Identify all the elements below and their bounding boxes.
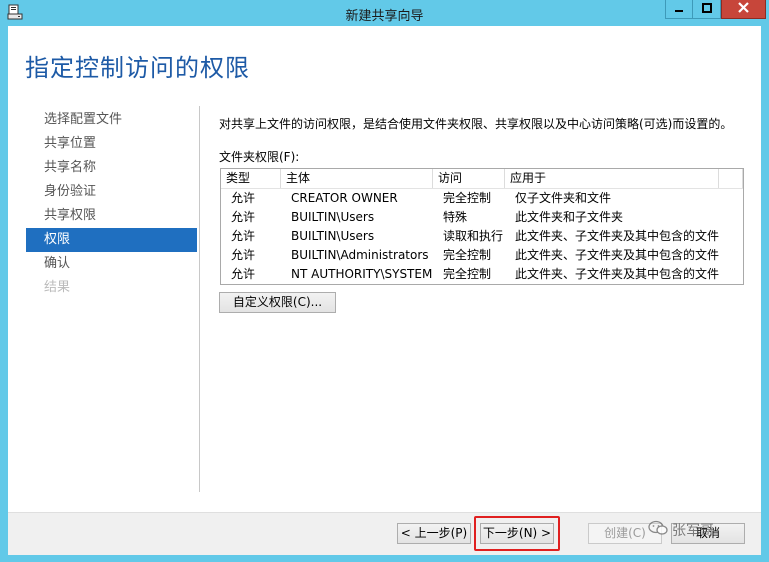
- cell-principal: CREATOR OWNER: [291, 191, 398, 205]
- nav-item-share-permissions[interactable]: 共享权限: [26, 204, 197, 228]
- table-row[interactable]: 允许 CREATOR OWNER 完全控制 仅子文件夹和文件: [221, 189, 743, 208]
- cell-applies-to: 此文件夹、子文件夹及其中包含的文件: [515, 267, 719, 281]
- cell-applies-to: 此文件夹和子文件夹: [515, 210, 624, 224]
- cell-access: 完全控制: [443, 191, 492, 205]
- nav-item-share-name[interactable]: 共享名称: [26, 156, 197, 180]
- column-header-spacer: [719, 169, 743, 188]
- column-header-applies-to[interactable]: 应用于: [505, 169, 719, 188]
- cell-principal: BUILTIN\Administrators: [291, 248, 429, 262]
- cell-applies-to: 此文件夹、子文件夹及其中包含的文件: [515, 248, 719, 262]
- column-header-access[interactable]: 访问: [433, 169, 505, 188]
- list-header: 类型 主体 访问 应用于: [221, 169, 743, 189]
- window-title: 新建共享向导: [345, 9, 424, 24]
- cell-applies-to: 此文件夹、子文件夹及其中包含的文件: [515, 229, 719, 243]
- nav-divider: [199, 106, 200, 492]
- next-button-highlight: [474, 516, 560, 551]
- nav-item-share-location[interactable]: 共享位置: [26, 132, 197, 156]
- wizard-content: 指定控制访问的权限 选择配置文件 共享位置 共享名称 身份验证 共享权限 权限 …: [8, 26, 761, 512]
- cell-access: 特殊: [443, 210, 468, 224]
- cell-principal: BUILTIN\Users: [291, 210, 375, 224]
- cell-type: 允许: [231, 248, 256, 262]
- nav-item-select-profile[interactable]: 选择配置文件: [26, 108, 197, 132]
- cell-type: 允许: [231, 229, 256, 243]
- folder-permissions-label: 文件夹权限(F):: [219, 150, 300, 164]
- cell-type: 允许: [231, 191, 256, 205]
- minimize-button[interactable]: [665, 0, 693, 19]
- maximize-button[interactable]: [693, 0, 721, 19]
- column-header-type[interactable]: 类型: [221, 169, 281, 188]
- custom-permissions-button[interactable]: 自定义权限(C)...: [219, 292, 336, 313]
- watermark-text: 张军哥: [672, 523, 714, 539]
- previous-button[interactable]: < 上一步(P): [397, 523, 471, 544]
- watermark: 张军哥: [648, 520, 714, 540]
- cell-principal: BUILTIN\Users: [291, 229, 375, 243]
- table-row[interactable]: 允许 BUILTIN\Users 读取和执行 此文件夹、子文件夹及其中包含的文件: [221, 227, 743, 246]
- cell-applies-to: 仅子文件夹和文件: [515, 191, 612, 205]
- cell-access: 完全控制: [443, 267, 492, 281]
- cell-type: 允许: [231, 210, 256, 224]
- table-row[interactable]: 允许 NT AUTHORITY\SYSTEM 完全控制 此文件夹、子文件夹及其中…: [221, 265, 743, 284]
- cell-access: 读取和执行: [443, 229, 504, 243]
- minimize-icon: [674, 2, 684, 16]
- title-bar[interactable]: 新建共享向导: [0, 0, 769, 26]
- folder-permissions-list[interactable]: 类型 主体 访问 应用于 允许 CREATOR OWNER 完全控制 仅子文件夹…: [220, 168, 744, 285]
- wizard-step-list: 选择配置文件 共享位置 共享名称 身份验证 共享权限 权限 确认 结果: [26, 108, 197, 300]
- table-row[interactable]: 允许 BUILTIN\Users 特殊 此文件夹和子文件夹: [221, 208, 743, 227]
- page-title: 指定控制访问的权限: [25, 54, 250, 82]
- wizard-footer: < 上一步(P) 下一步(N) > 创建(C) 取消 张军哥: [8, 512, 761, 555]
- cell-principal: NT AUTHORITY\SYSTEM: [291, 267, 433, 281]
- page-description: 对共享上文件的访问权限，是结合使用文件夹权限、共享权限以及中心访问策略(可选)而…: [219, 117, 733, 131]
- column-header-principal[interactable]: 主体: [281, 169, 433, 188]
- wechat-icon: [648, 520, 668, 540]
- nav-item-results: 结果: [44, 280, 71, 295]
- cell-type: 允许: [231, 267, 256, 281]
- nav-item-authentication[interactable]: 身份验证: [26, 180, 197, 204]
- close-icon: [738, 2, 749, 16]
- wizard-window: 新建共享向导 指定控制访问的权限 选择配置文件 共享位置 共享名称 身份验证 共…: [0, 0, 769, 562]
- maximize-icon: [701, 2, 712, 16]
- table-row[interactable]: 允许 BUILTIN\Administrators 完全控制 此文件夹、子文件夹…: [221, 246, 743, 265]
- close-button[interactable]: [721, 0, 766, 19]
- cell-access: 完全控制: [443, 248, 492, 262]
- nav-item-permissions[interactable]: 权限: [26, 228, 197, 252]
- nav-item-confirmation[interactable]: 确认: [26, 252, 197, 276]
